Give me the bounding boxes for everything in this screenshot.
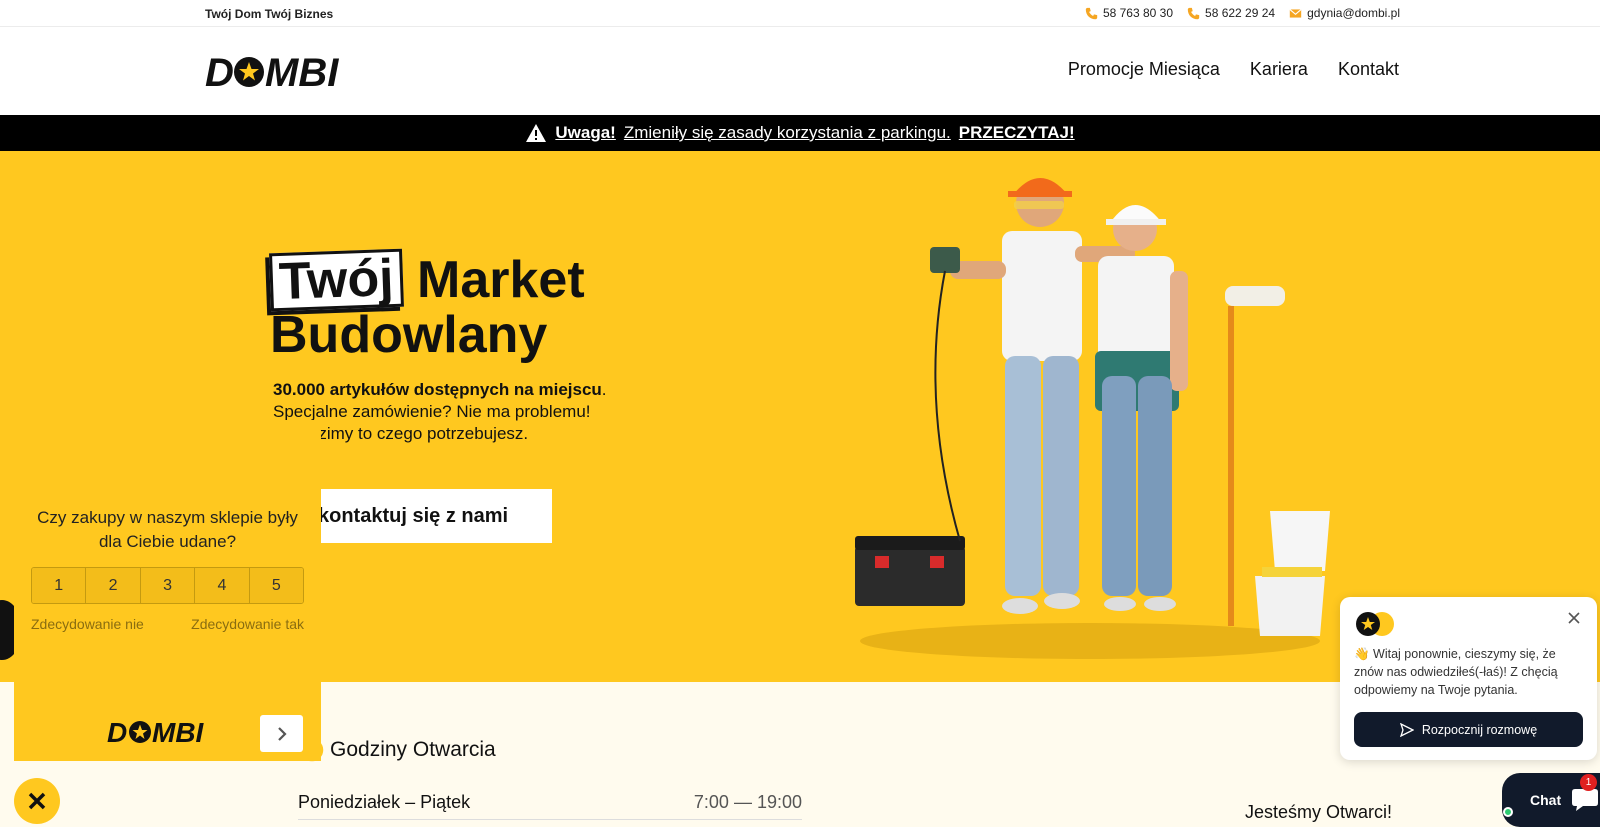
chat-avatar — [1356, 612, 1394, 636]
hero-title-rest: Market — [417, 251, 585, 309]
rating-option-5[interactable]: 5 — [249, 568, 303, 603]
envelope-icon — [1289, 8, 1302, 18]
hours-heading: Godziny Otwarcia — [300, 738, 496, 762]
rating-scale: 1 2 3 4 5 — [31, 567, 304, 604]
contact-list: 58 763 80 30 58 622 29 24 gdynia@dombi.p… — [1085, 6, 1400, 20]
svg-text:MBI: MBI — [265, 52, 339, 92]
svg-text:D: D — [107, 718, 127, 746]
workers-illustration — [855, 178, 1330, 659]
open-status: Jesteśmy Otwarci! — [1245, 802, 1393, 822]
chevron-right-icon — [277, 726, 287, 741]
phone-link-1[interactable]: 58 763 80 30 — [1085, 6, 1173, 20]
chat-message: 👋 Witaj ponownie, cieszymy się, że znów … — [1354, 647, 1558, 697]
phone-icon — [1187, 7, 1200, 19]
email-link[interactable]: gdynia@dombi.pl — [1289, 6, 1400, 20]
phone-link-2[interactable]: 58 622 29 24 — [1187, 6, 1275, 20]
svg-text:D: D — [205, 52, 234, 92]
start-conversation-button[interactable]: Rozpocznij rozmowę — [1354, 712, 1583, 747]
page: Twój Dom Twój Biznes 58 763 80 30 58 622… — [0, 0, 1600, 827]
hours-day: Poniedziałek – Piątek — [298, 792, 471, 812]
hero-text-bold: 30.000 artykułów dostępnych na miejscu — [273, 380, 602, 399]
online-status-dot — [1503, 807, 1513, 817]
contact-cta-button[interactable]: kontaktuj się z nami — [300, 489, 552, 543]
hours-row: Poniedziałek – Piątek 7:00 — 19:00 — [298, 792, 802, 820]
alert-text: Zmieniły się zasady korzystania z parkin… — [623, 123, 951, 142]
rating-option-2[interactable]: 2 — [86, 568, 141, 603]
chat-launcher-label: Chat — [1530, 792, 1562, 808]
rating-option-4[interactable]: 4 — [195, 568, 250, 603]
parking-alert[interactable]: Uwaga! Zmieniły się zasady korzystania z… — [0, 115, 1600, 151]
survey-close-button[interactable] — [14, 778, 60, 824]
rating-option-1[interactable]: 1 — [32, 568, 87, 603]
warning-icon — [526, 124, 547, 142]
close-icon[interactable] — [1567, 611, 1581, 625]
rating-option-3[interactable]: 3 — [140, 568, 196, 603]
hours-title: Godziny Otwarcia — [330, 738, 496, 761]
start-conversation-label: Rozpocznij rozmowę — [1421, 722, 1538, 737]
survey-next-button[interactable] — [260, 715, 303, 752]
main-nav: Promocje Miesiąca Kariera Kontakt — [1068, 59, 1399, 80]
hero-title: Twój Market Budowlany — [269, 248, 585, 364]
dombi-logo: D MBI — [107, 718, 205, 746]
site-header: D MBI Promocje Miesiąca Kariera Kontakt — [0, 28, 1600, 115]
dombi-logo[interactable]: D MBI — [205, 52, 361, 92]
survey-question: Czy zakupy w naszym sklepie były dla Cie… — [37, 508, 298, 551]
alert-label: Uwaga! — [555, 123, 616, 142]
close-icon — [28, 792, 46, 810]
scale-label-high: Zdecydowanie tak — [191, 616, 304, 632]
nav-promocje[interactable]: Promocje Miesiąca — [1068, 59, 1220, 80]
hero-description: 30.000 artykułów dostępnych na miejscu. … — [273, 379, 673, 445]
satisfaction-survey: Czy zakupy w naszym sklepie były dla Cie… — [14, 417, 321, 761]
hero-title-line2: Budowlany — [270, 306, 548, 364]
nav-kontakt[interactable]: Kontakt — [1338, 59, 1399, 80]
phone-number-2: 58 622 29 24 — [1205, 6, 1276, 20]
unread-badge: 1 — [1580, 774, 1597, 791]
phone-number-1: 58 763 80 30 — [1102, 6, 1174, 20]
nav-kariera[interactable]: Kariera — [1250, 59, 1308, 80]
alert-read-link[interactable]: PRZECZYTAJ! — [959, 123, 1075, 143]
survey-notch — [14, 417, 48, 423]
hero-text-line2: Specjalne zamówienie? Nie ma problemu! — [273, 402, 591, 421]
svg-text:MBI: MBI — [152, 718, 205, 746]
phone-icon — [1085, 7, 1098, 19]
email-address: gdynia@dombi.pl — [1307, 6, 1400, 20]
tagline: Twój Dom Twój Biznes — [205, 7, 334, 21]
hours-time: 7:00 — 19:00 — [693, 792, 802, 812]
scale-label-low: Zdecydowanie nie — [31, 616, 144, 632]
hero-title-boxed: Twój — [269, 248, 404, 312]
chat-welcome-card: 👋 Witaj ponownie, cieszymy się, że znów … — [1340, 597, 1597, 760]
hero-text-dot: . — [601, 380, 607, 399]
chat-bubble-icon — [1572, 789, 1599, 811]
top-bar: Twój Dom Twój Biznes 58 763 80 30 58 622… — [0, 0, 1600, 27]
send-icon — [1399, 722, 1414, 737]
